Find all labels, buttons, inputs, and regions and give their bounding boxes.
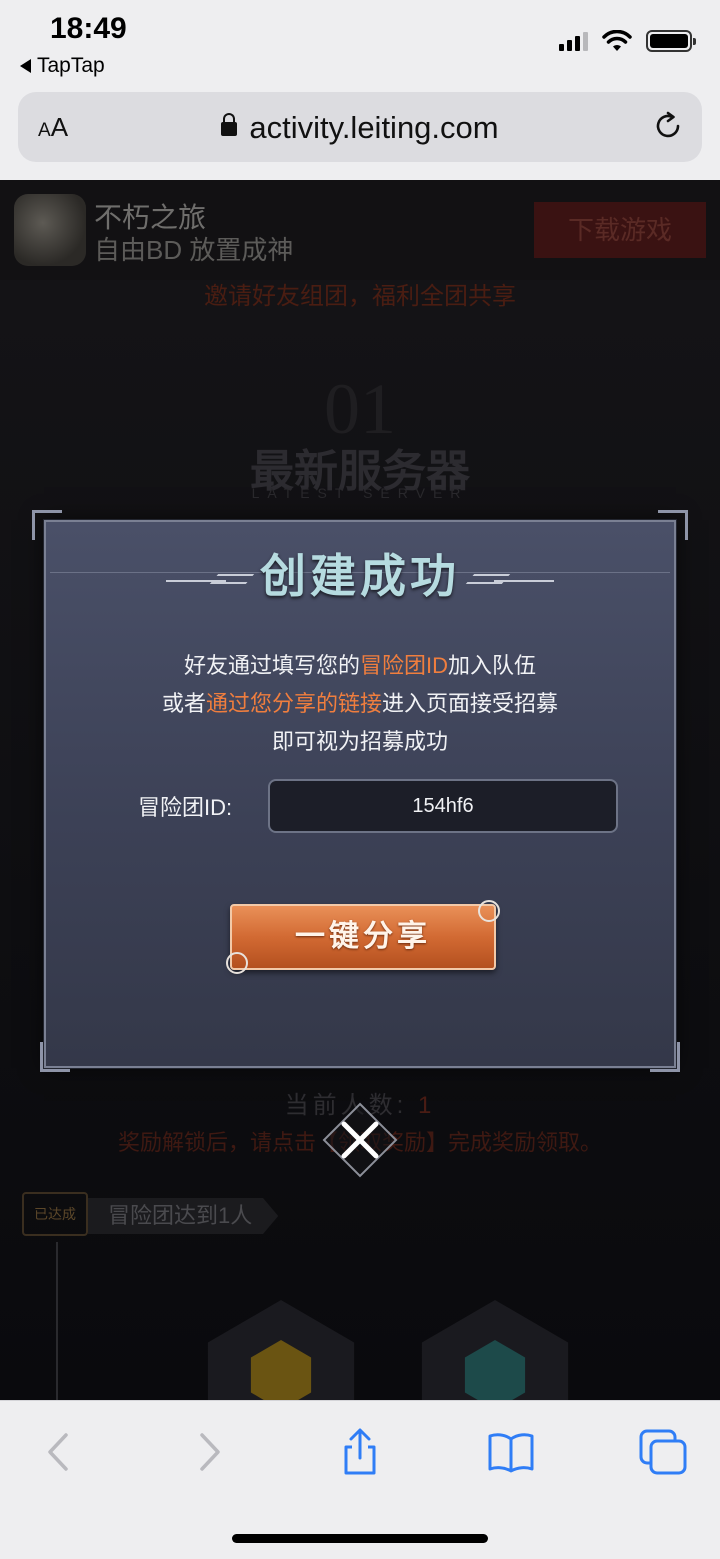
corner-ornament: [650, 1042, 680, 1072]
download-game-button[interactable]: 下载游戏: [534, 202, 706, 258]
message-line-3: 即可视为招募成功: [271, 729, 448, 754]
corner-ornament: [658, 510, 688, 540]
team-id-field[interactable]: 154hf6: [268, 779, 618, 833]
section-subtitle: LATEST SERVER: [251, 485, 469, 501]
back-app-label: TapTap: [37, 54, 105, 77]
chevron-right-icon[interactable]: [184, 1427, 234, 1477]
share-icon[interactable]: [335, 1427, 385, 1477]
title-ornament-right: [494, 580, 554, 582]
cellular-signal-icon: [559, 31, 588, 51]
dialog-title: 创建成功: [260, 551, 460, 602]
team-id-label: 冒险团ID:: [138, 795, 233, 820]
status-time: 18:49: [50, 12, 127, 45]
wifi-icon: [602, 30, 632, 51]
corner-ornament: [40, 1042, 70, 1072]
reached-badge: 已达成: [22, 1192, 88, 1236]
app-subtitle: 自由BD 放置成神: [94, 235, 294, 265]
back-to-app-link[interactable]: TapTap: [20, 54, 105, 78]
one-click-share-button[interactable]: 一键分享: [226, 900, 500, 974]
message-line-2: 或者通过您分享的链接进入页面接受招募: [161, 691, 559, 716]
tabs-icon[interactable]: [638, 1427, 688, 1477]
create-success-dialog: 创建成功 好友通过填写您的冒险团ID加入队伍 或者通过您分享的链接进入页面接受招…: [32, 510, 688, 1072]
book-icon[interactable]: [486, 1427, 536, 1477]
battery-icon: [646, 30, 696, 52]
close-icon[interactable]: [322, 1102, 398, 1178]
invite-banner: 邀请好友组团，福利全团共享: [204, 283, 516, 310]
member-count-value: 1: [417, 1092, 436, 1119]
app-logo: [14, 194, 86, 266]
chevron-left-icon[interactable]: [34, 1427, 84, 1477]
timeline-line: [56, 1242, 58, 1400]
corner-ornament: [32, 510, 62, 540]
browser-address-area: AA activity.leiting.com: [0, 90, 720, 180]
home-indicator: [232, 1534, 488, 1543]
url-field[interactable]: activity.leiting.com: [18, 110, 702, 146]
milestone-label: 冒险团达到1人: [88, 1198, 279, 1234]
url-text: activity.leiting.com: [249, 110, 499, 145]
reload-icon[interactable]: [652, 110, 684, 142]
app-download-bar: 不朽之旅 自由BD 放置成神 下载游戏: [0, 180, 720, 280]
highlight-team-id: 冒险团ID: [359, 653, 448, 678]
highlight-share-link: 通过您分享的链接: [205, 691, 382, 716]
status-icons: [559, 30, 696, 52]
lock-icon: [221, 113, 238, 136]
back-triangle-icon: [20, 59, 31, 73]
status-bar: 18:49 TapTap: [0, 0, 720, 90]
message-line-1: 好友通过填写您的冒险团ID加入队伍: [183, 653, 537, 678]
address-bar[interactable]: AA activity.leiting.com: [18, 92, 702, 162]
